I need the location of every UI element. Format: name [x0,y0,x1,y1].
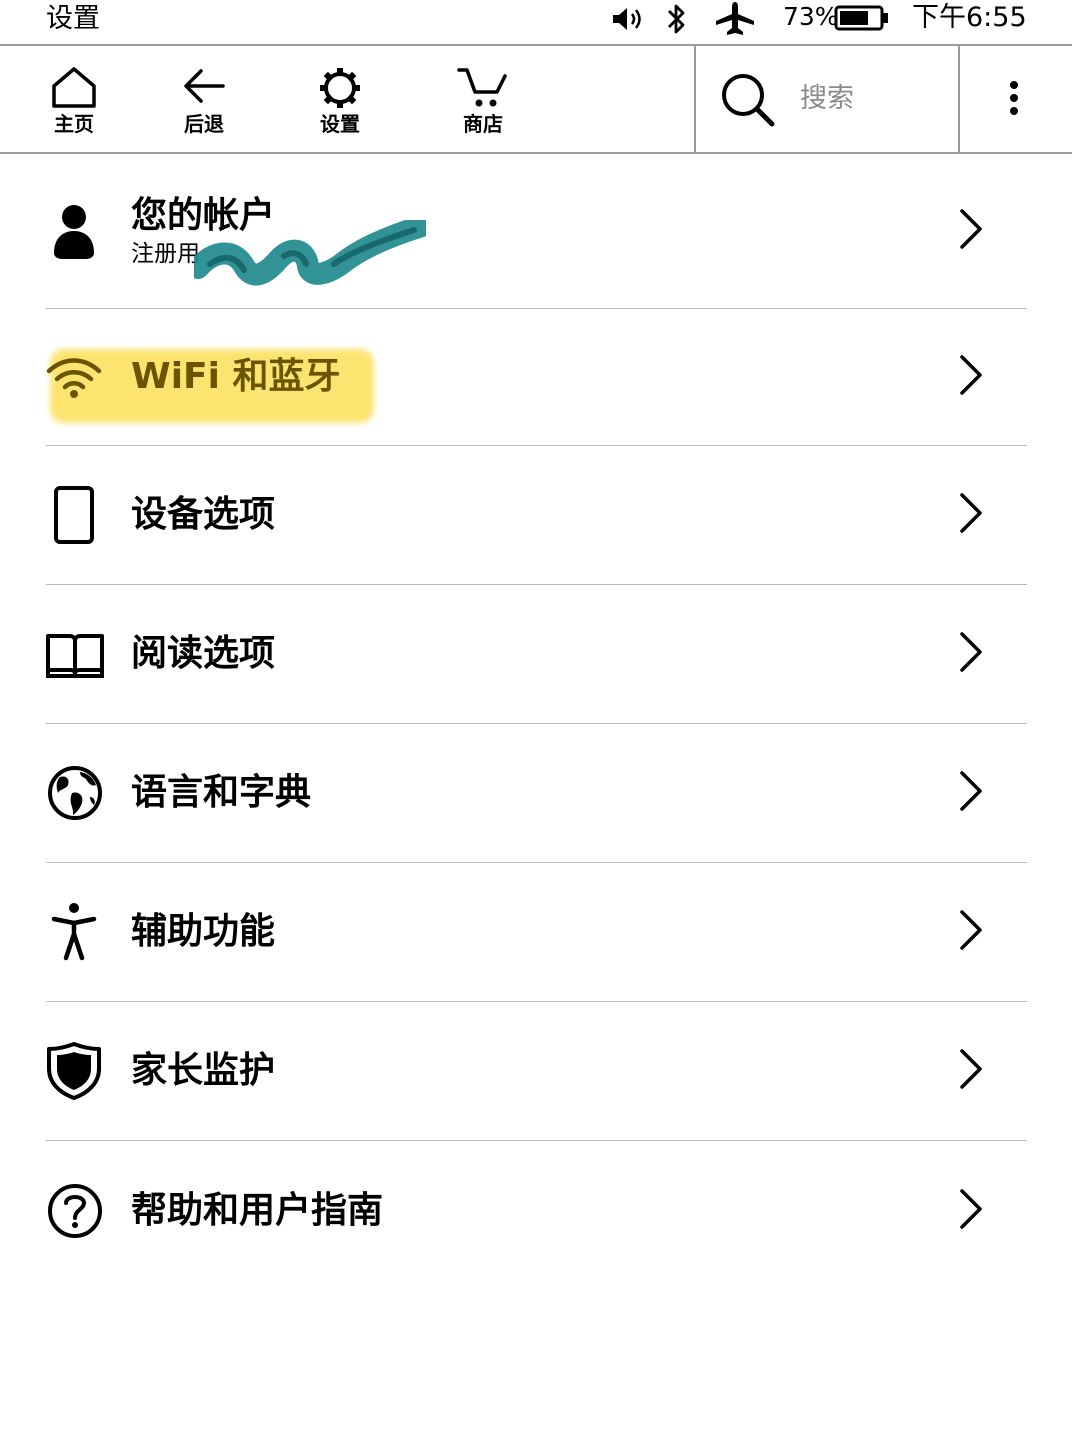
home-button[interactable]: 主页 [24,46,124,152]
home-icon [51,66,97,112]
account-subtitle: 注册用 [131,241,200,267]
status-title: 设置 [46,3,100,34]
settings-item-device-options[interactable]: 设备选项 [46,446,1027,585]
more-menu-button[interactable] [962,46,1072,152]
battery-icon [834,5,890,35]
status-bar: 设置 73% 下午6:55 [0,0,1072,46]
help-icon [46,1181,102,1241]
chevron-right-icon [959,770,983,816]
back-button[interactable]: 后退 [154,46,254,152]
settings-item-accessibility[interactable]: 辅助功能 [46,863,1027,1002]
settings-item-reading-options[interactable]: 阅读选项 [46,585,1027,724]
shield-icon [46,1041,102,1101]
gear-icon [318,66,362,114]
settings-item-account[interactable]: 您的帐户 注册用 [46,154,1027,309]
chevron-right-icon [959,492,983,538]
chevron-right-icon [959,354,983,400]
device-icon [46,485,102,545]
settings-item-parental-controls[interactable]: 家长监护 [46,1002,1027,1141]
status-time: 下午6:55 [912,2,1027,33]
toolbar: 主页 后退 设置 商店 搜索 [0,46,1072,154]
volume-icon [610,4,650,38]
battery-percent: 73% [783,2,839,31]
chevron-right-icon [959,631,983,677]
settings-item-label: 阅读选项 [131,633,276,674]
chevron-right-icon [959,208,983,254]
more-vertical-icon [1006,80,1022,124]
settings-item-label: 辅助功能 [131,911,276,952]
chevron-right-icon [959,1188,983,1234]
home-label: 主页 [54,112,94,136]
bluetooth-icon [665,2,689,40]
user-icon [46,201,102,261]
settings-item-label: 设备选项 [131,494,276,535]
settings-item-wifi-bluetooth[interactable]: WiFi 和蓝牙 [46,309,1027,446]
settings-button[interactable]: 设置 [290,46,390,152]
settings-label: 设置 [320,112,360,136]
settings-item-label: 语言和字典 [131,772,312,813]
settings-item-label: WiFi 和蓝牙 [131,356,341,397]
redaction-scribble [187,215,433,296]
store-label: 商店 [463,112,503,136]
search-box[interactable] [694,46,960,152]
chevron-right-icon [959,1048,983,1094]
settings-item-label: 帮助和用户指南 [131,1189,384,1231]
back-arrow-icon [181,66,227,110]
airplane-icon [714,0,756,40]
store-button[interactable]: 商店 [433,46,533,152]
wifi-icon [46,347,102,407]
back-label: 后退 [184,112,224,136]
settings-item-label: 家长监护 [131,1050,276,1091]
search-input[interactable] [800,78,940,118]
cart-icon [457,66,509,112]
book-icon [46,624,104,684]
globe-icon [46,763,102,823]
chevron-right-icon [959,909,983,955]
settings-item-help-guide[interactable]: 帮助和用户指南 [46,1141,1027,1280]
search-icon [720,72,776,132]
settings-item-language-dictionary[interactable]: 语言和字典 [46,724,1027,863]
accessibility-icon [46,902,102,962]
